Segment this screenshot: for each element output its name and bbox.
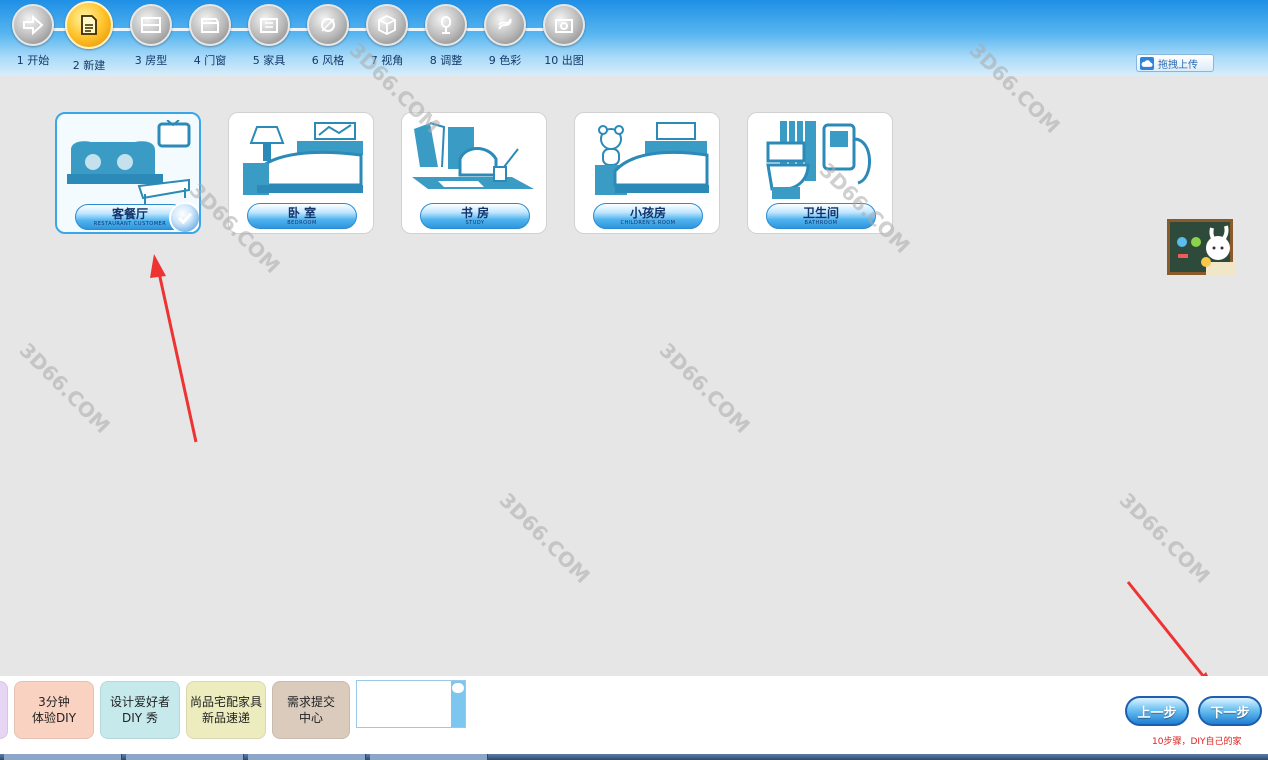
room-selection-area: 客餐厅 RESTAURANT CUSTOMER 卧 室 BEDROOM 书 房 … xyxy=(6,38,1268,676)
cloud-icon xyxy=(1140,56,1154,70)
taskbar-item[interactable] xyxy=(370,754,488,760)
wizard-toolbar: 1 开始 2 新建 3 房型 4 门窗 5 家具 6 风格 7 视角 8 调整 … xyxy=(0,0,1268,76)
adjust-icon xyxy=(425,4,467,46)
taskbar-item[interactable] xyxy=(248,754,366,760)
cube-icon xyxy=(366,4,408,46)
checkmark-icon xyxy=(169,202,199,232)
step-furniture[interactable]: 5 家具 xyxy=(244,4,294,70)
room-name-en: STUDY xyxy=(465,220,485,226)
room-name-en: CHILDREN'S ROOM xyxy=(620,220,676,226)
step-label: 5 家具 xyxy=(252,54,286,67)
step-label: 2 新建 xyxy=(72,59,106,72)
room-name: 卧 室 xyxy=(287,206,317,220)
step-label: 3 房型 xyxy=(134,54,168,67)
step-label: 9 色彩 xyxy=(488,54,522,67)
feature-button-new-products[interactable]: 尚品宅配家具 新品速递 xyxy=(186,681,266,739)
room-name: 卫生间 xyxy=(802,206,839,220)
os-taskbar xyxy=(0,754,1268,760)
step-new[interactable]: 2 新建 xyxy=(64,1,114,72)
feature-label: 设计爱好者 DIY 秀 xyxy=(109,695,170,725)
room-card-childrens-room[interactable]: 小孩房 CHILDREN'S ROOM xyxy=(574,112,720,234)
taskbar-item[interactable] xyxy=(126,754,244,760)
feature-button-requirements[interactable]: 需求提交 中心 xyxy=(272,681,350,739)
bottom-panel: 3分钟 体验DIY 设计爱好者 DIY 秀 尚品宅配家具 新品速递 需求提交 中… xyxy=(0,676,1268,754)
room-name-pill: 小孩房 CHILDREN'S ROOM xyxy=(593,203,703,229)
room-card-bathroom[interactable]: 卫生间 BATHROOM xyxy=(747,112,893,234)
step-label: 7 视角 xyxy=(370,54,404,67)
furniture-icon xyxy=(248,4,290,46)
watermark: 3D66.COM xyxy=(654,337,755,439)
step-label: 6 风格 xyxy=(311,54,345,67)
step-floorplan[interactable]: 3 房型 xyxy=(126,4,176,70)
next-step-button[interactable]: 下一步 xyxy=(1198,696,1262,726)
feature-button-3min-diy[interactable]: 3分钟 体验DIY xyxy=(14,681,94,739)
window-icon xyxy=(189,4,231,46)
taskbar-item[interactable] xyxy=(4,754,122,760)
step-label: 10 出图 xyxy=(544,54,584,67)
feature-button-partial[interactable] xyxy=(0,681,8,739)
step-color[interactable]: 9 色彩 xyxy=(480,4,530,70)
prev-step-button[interactable]: 上一步 xyxy=(1125,696,1189,726)
room-card-study[interactable]: 书 房 STUDY xyxy=(401,112,547,234)
step-adjust[interactable]: 8 调整 xyxy=(421,4,471,70)
watermark: 3D66.COM xyxy=(1114,487,1215,589)
steps-tip: 10步骤，DIY自己的家 xyxy=(1152,737,1242,747)
room-name: 小孩房 xyxy=(629,206,666,220)
room-name: 客餐厅 xyxy=(111,207,148,221)
drag-upload-button[interactable]: 拖拽上传 xyxy=(1136,54,1214,72)
room-card-living-dining[interactable]: 客餐厅 RESTAURANT CUSTOMER xyxy=(55,112,201,234)
chat-bubble-icon[interactable] xyxy=(452,683,464,693)
feature-label: 3分钟 体验DIY xyxy=(31,695,77,725)
childrens-room-illustration xyxy=(595,122,709,195)
feature-button-designer-show[interactable]: 设计爱好者 DIY 秀 xyxy=(100,681,180,739)
step-label: 4 门窗 xyxy=(193,54,227,67)
living-room-illustration xyxy=(67,120,191,204)
room-name: 书 房 xyxy=(460,206,490,220)
help-mascot[interactable] xyxy=(1166,218,1240,278)
blackboard-mascot-icon xyxy=(1167,219,1236,276)
step-label: 8 调整 xyxy=(429,54,463,67)
step-bar: 1 开始 2 新建 3 房型 4 门窗 5 家具 6 风格 7 视角 8 调整 … xyxy=(8,1,589,72)
room-card-bedroom[interactable]: 卧 室 BEDROOM xyxy=(228,112,374,234)
style-icon xyxy=(307,4,349,46)
room-name-en: BEDROOM xyxy=(287,220,317,226)
room-name-en: BATHROOM xyxy=(804,220,838,226)
floorplan-icon xyxy=(130,4,172,46)
feature-label: 需求提交 中心 xyxy=(286,695,335,725)
watermark: 3D66.COM xyxy=(14,337,115,439)
room-name-pill: 卫生间 BATHROOM xyxy=(766,203,876,229)
step-style[interactable]: 6 风格 xyxy=(303,4,353,70)
feature-label: 尚品宅配家具 新品速递 xyxy=(189,695,262,725)
study-illustration xyxy=(412,122,534,189)
camera-icon xyxy=(543,4,585,46)
bedroom-illustration xyxy=(243,122,363,195)
bathroom-illustration xyxy=(766,121,871,199)
arrow-right-icon xyxy=(12,4,54,46)
room-name-en: RESTAURANT CUSTOMER xyxy=(93,221,167,227)
drag-upload-label: 拖拽上传 xyxy=(1158,59,1198,71)
new-document-icon xyxy=(65,1,113,49)
step-doors-windows[interactable]: 4 门窗 xyxy=(185,4,235,70)
room-name-pill: 书 房 STUDY xyxy=(420,203,530,229)
step-start[interactable]: 1 开始 xyxy=(8,4,58,70)
step-render[interactable]: 10 出图 xyxy=(539,4,589,70)
chat-box[interactable] xyxy=(356,680,466,728)
watermark: 3D66.COM xyxy=(494,487,595,589)
room-name-pill: 卧 室 BEDROOM xyxy=(247,203,357,229)
color-icon xyxy=(484,4,526,46)
step-view[interactable]: 7 视角 xyxy=(362,4,412,70)
